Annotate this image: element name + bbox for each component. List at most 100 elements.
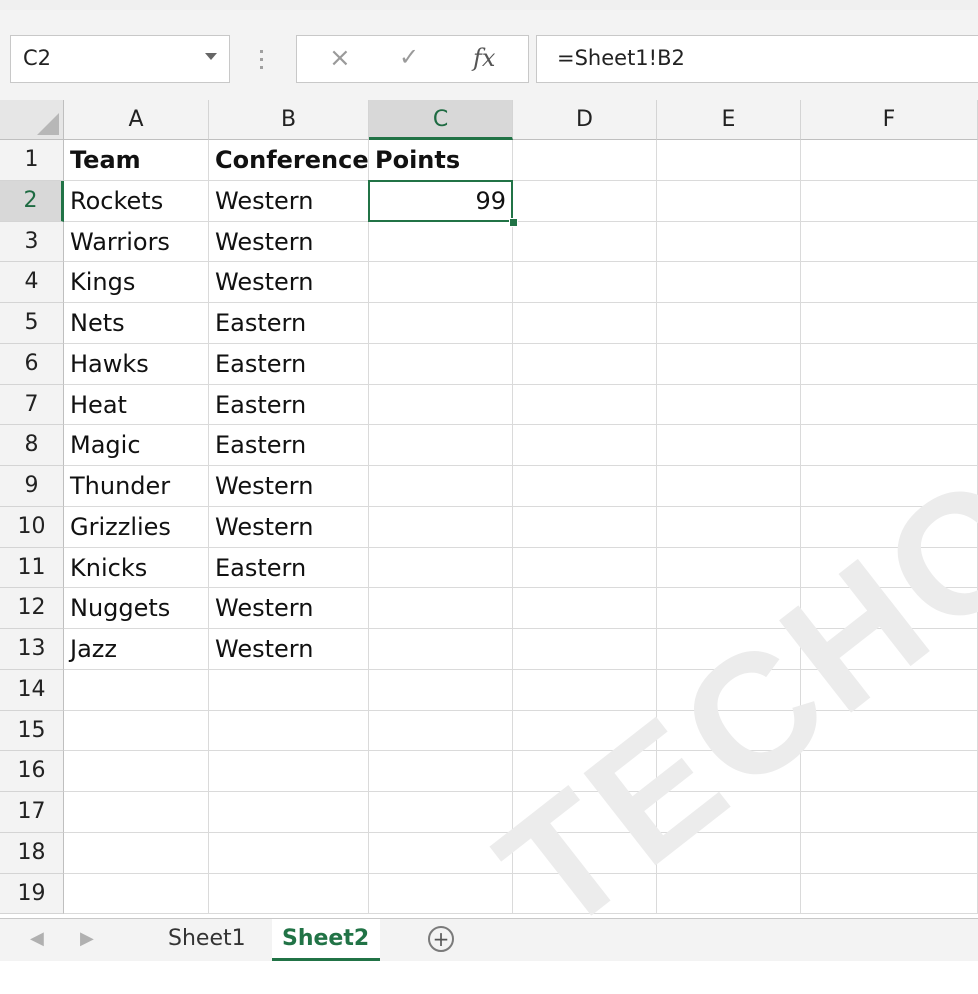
cell-b11[interactable]: Eastern [209,547,369,589]
cell-a16[interactable] [64,751,209,792]
fill-handle[interactable] [509,217,518,227]
cell-f16[interactable] [801,751,978,792]
cell-b15[interactable] [209,710,369,752]
cell-a3[interactable]: Warriors [64,221,209,263]
cell-e3[interactable] [657,221,801,263]
cell-b8[interactable]: Eastern [209,425,369,466]
cell-d4[interactable] [513,262,657,303]
cell-c10[interactable] [369,506,513,548]
cell-b7[interactable]: Eastern [209,384,369,426]
cell-d19[interactable] [513,873,657,915]
cell-f6[interactable] [801,343,978,385]
cell-b12[interactable]: Western [209,588,369,629]
cell-b6[interactable]: Eastern [209,343,369,385]
cell-d16[interactable] [513,751,657,792]
cell-f4[interactable] [801,262,978,303]
cell-b9[interactable]: Western [209,466,369,507]
cell-c18[interactable] [369,832,513,874]
cell-f19[interactable] [801,873,978,915]
spreadsheet-grid[interactable]: A B C D E F 1 Team Conference Points 2 Rockets Weste… [0,100,978,918]
cell-a10[interactable]: Grizzlies [64,506,209,548]
cell-b10[interactable]: Western [209,506,369,548]
cell-b14[interactable] [209,669,369,711]
cell-e13[interactable] [657,629,801,670]
cell-e2[interactable] [657,180,801,222]
cell-d5[interactable] [513,303,657,344]
name-box[interactable]: C2 [10,35,230,83]
cell-c19[interactable] [369,873,513,915]
cell-d2[interactable] [513,180,657,222]
cell-e7[interactable] [657,384,801,426]
cell-c15[interactable] [369,710,513,752]
column-header-f[interactable]: F [801,100,978,140]
cell-e4[interactable] [657,262,801,303]
cell-d9[interactable] [513,466,657,507]
row-header-19[interactable]: 19 [0,873,64,915]
column-header-e[interactable]: E [657,100,801,140]
row-header-15[interactable]: 15 [0,710,64,752]
cell-a1[interactable]: Team [64,140,209,181]
tab-sheet2[interactable]: Sheet2 [272,919,380,961]
row-header-18[interactable]: 18 [0,832,64,874]
cell-a2[interactable]: Rockets [64,180,209,222]
cell-e16[interactable] [657,751,801,792]
drag-handle-icon[interactable] [260,45,264,73]
select-all-button[interactable] [0,100,64,140]
cell-f17[interactable] [801,792,978,833]
cell-c14[interactable] [369,669,513,711]
cell-c1[interactable]: Points [369,140,513,181]
cell-e14[interactable] [657,669,801,711]
row-header-17[interactable]: 17 [0,792,64,833]
cell-f9[interactable] [801,466,978,507]
cell-d17[interactable] [513,792,657,833]
row-header-16[interactable]: 16 [0,751,64,792]
add-sheet-icon[interactable]: + [428,926,454,952]
cell-d8[interactable] [513,425,657,466]
cell-d1[interactable] [513,140,657,181]
cell-c8[interactable] [369,425,513,466]
cell-a8[interactable]: Magic [64,425,209,466]
row-header-1[interactable]: 1 [0,140,64,181]
row-header-8[interactable]: 8 [0,425,64,466]
cell-a9[interactable]: Thunder [64,466,209,507]
cell-a15[interactable] [64,710,209,752]
cell-c12[interactable] [369,588,513,629]
cell-c16[interactable] [369,751,513,792]
row-header-11[interactable]: 11 [0,547,64,589]
cell-f10[interactable] [801,506,978,548]
row-header-10[interactable]: 10 [0,506,64,548]
check-icon[interactable]: ✓ [399,43,419,71]
row-header-3[interactable]: 3 [0,221,64,263]
row-header-12[interactable]: 12 [0,588,64,629]
scroll-left-icon[interactable]: ◀ [30,928,44,949]
cell-d13[interactable] [513,629,657,670]
cell-b4[interactable]: Western [209,262,369,303]
cell-a12[interactable]: Nuggets [64,588,209,629]
cell-f1[interactable] [801,140,978,181]
cell-e8[interactable] [657,425,801,466]
column-header-c[interactable]: C [369,100,513,140]
cell-d7[interactable] [513,384,657,426]
cell-a14[interactable] [64,669,209,711]
cell-d6[interactable] [513,343,657,385]
cell-e17[interactable] [657,792,801,833]
cell-a18[interactable] [64,832,209,874]
cell-c4[interactable] [369,262,513,303]
cell-d12[interactable] [513,588,657,629]
scroll-right-icon[interactable]: ▶ [80,928,94,949]
cell-c3[interactable] [369,221,513,263]
cell-a6[interactable]: Hawks [64,343,209,385]
cell-d3[interactable] [513,221,657,263]
cell-e11[interactable] [657,547,801,589]
column-header-d[interactable]: D [513,100,657,140]
cell-d11[interactable] [513,547,657,589]
cell-b3[interactable]: Western [209,221,369,263]
row-header-6[interactable]: 6 [0,343,64,385]
cell-c11[interactable] [369,547,513,589]
cancel-icon[interactable]: × [329,43,351,73]
cell-f11[interactable] [801,547,978,589]
column-header-a[interactable]: A [64,100,209,140]
cell-f13[interactable] [801,629,978,670]
cell-d10[interactable] [513,506,657,548]
cell-e1[interactable] [657,140,801,181]
